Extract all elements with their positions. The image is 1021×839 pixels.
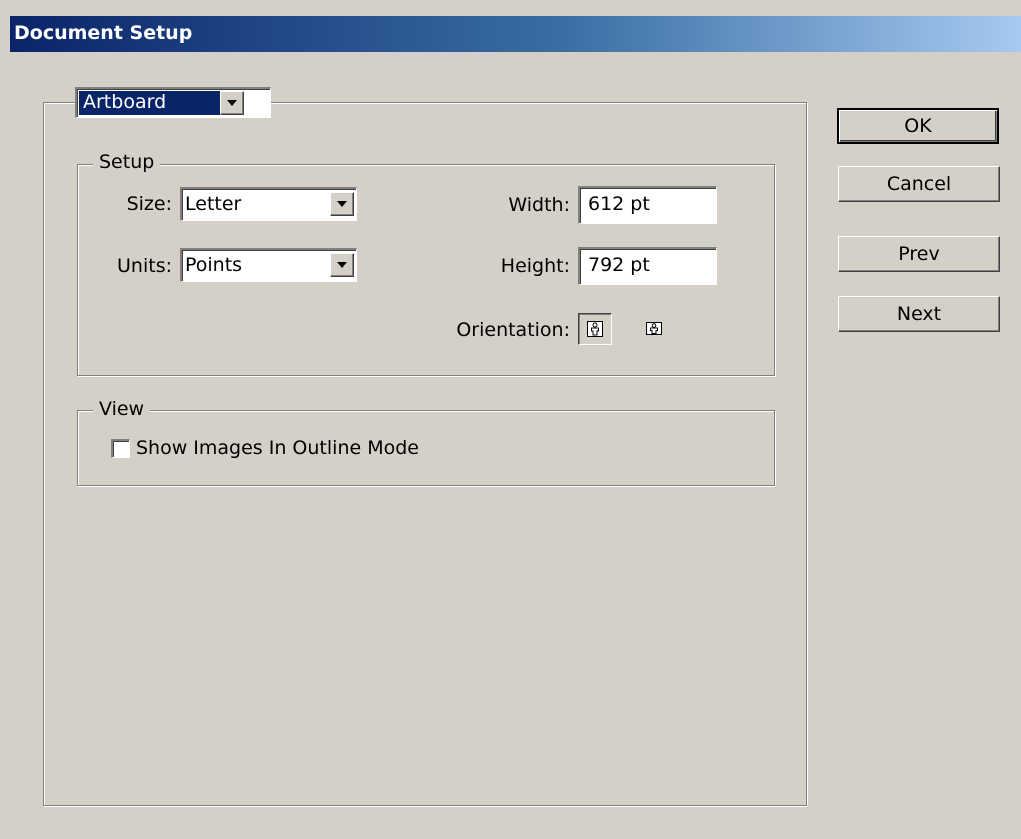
cancel-button[interactable]: Cancel — [838, 166, 1000, 202]
view-legend: View — [93, 398, 151, 420]
show-images-checkbox[interactable] — [111, 439, 130, 458]
height-value: 792 pt — [588, 254, 650, 276]
window-title: Document Setup — [14, 22, 193, 44]
width-value: 612 pt — [588, 193, 650, 215]
next-button[interactable]: Next — [838, 296, 1000, 332]
size-label: Size: — [126, 193, 172, 215]
setup-legend: Setup — [93, 151, 161, 173]
ok-button[interactable]: OK — [837, 108, 999, 144]
landscape-orientation-icon — [646, 322, 662, 335]
portrait-orientation-icon — [587, 321, 603, 337]
chevron-down-icon[interactable] — [330, 192, 354, 216]
units-dropdown[interactable]: Points — [180, 248, 357, 282]
mode-dropdown-value: Artboard — [83, 91, 167, 113]
portrait-orientation-button[interactable] — [578, 313, 612, 345]
width-label: Width: — [508, 194, 570, 216]
dialog-body: Artboard Setup Size: Letter Units: Point… — [10, 52, 1021, 839]
size-dropdown-value: Letter — [185, 193, 242, 215]
document-setup-dialog: Document Setup Artboard Setup Size: Lett… — [0, 0, 1021, 839]
height-label: Height: — [500, 255, 570, 277]
title-bar[interactable]: Document Setup — [10, 16, 1021, 52]
units-dropdown-value: Points — [185, 254, 243, 276]
chevron-down-icon[interactable] — [330, 253, 354, 277]
chevron-down-icon[interactable] — [220, 91, 244, 115]
landscape-orientation-button[interactable] — [638, 313, 672, 345]
height-input[interactable]: 792 pt — [578, 247, 717, 285]
prev-button[interactable]: Prev — [838, 236, 1000, 272]
show-images-label[interactable]: Show Images In Outline Mode — [136, 436, 419, 460]
units-label: Units: — [117, 255, 172, 277]
mode-dropdown[interactable]: Artboard — [75, 87, 271, 118]
width-input[interactable]: 612 pt — [578, 186, 717, 224]
orientation-label: Orientation: — [456, 319, 570, 341]
size-dropdown[interactable]: Letter — [180, 187, 357, 221]
